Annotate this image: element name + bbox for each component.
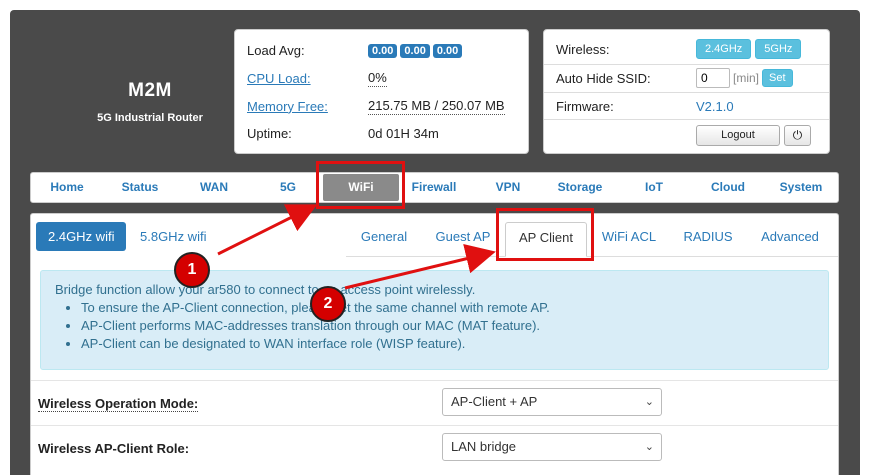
arrow-2 — [344, 244, 496, 290]
step-marker-2: 2 — [310, 286, 346, 322]
annotation-arrows — [217, 204, 496, 290]
arrow-1 — [217, 204, 318, 256]
step-marker-1: 1 — [174, 252, 210, 288]
